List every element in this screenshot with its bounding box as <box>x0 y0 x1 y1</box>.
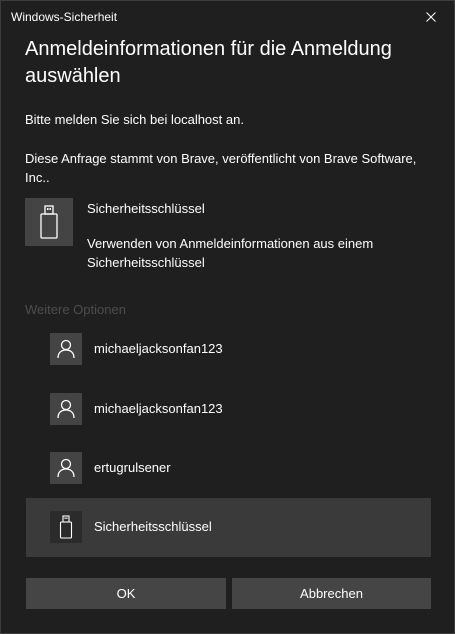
credential-option-security-key[interactable]: Sicherheitsschlüssel <box>26 498 431 557</box>
option-tile <box>50 333 82 365</box>
close-button[interactable] <box>408 1 454 33</box>
option-tile <box>50 393 82 425</box>
option-label: Sicherheitsschlüssel <box>94 519 212 534</box>
selected-credential-tile <box>25 198 73 246</box>
credential-option-user-2[interactable]: michaeljacksonfan123 <box>26 380 431 439</box>
selected-credential-name: Sicherheitsschlüssel <box>87 201 205 216</box>
usb-key-icon <box>40 205 58 239</box>
user-icon <box>57 399 75 419</box>
selected-credential-description: Verwenden von Anmeldeinformationen aus e… <box>87 236 374 270</box>
option-tile <box>50 452 82 484</box>
cancel-button[interactable]: Abbrechen <box>232 578 431 609</box>
signin-request-text: Bitte melden Sie sich bei localhost an. <box>25 112 244 127</box>
windows-security-dialog: Windows-Sicherheit Anmeldeinformationen … <box>0 0 455 634</box>
ok-button[interactable]: OK <box>26 578 226 609</box>
option-tile <box>50 511 82 543</box>
user-icon <box>57 339 75 359</box>
window-title: Windows-Sicherheit <box>11 10 118 24</box>
credential-option-user-3[interactable]: ertugrulsener <box>26 439 431 498</box>
usb-key-icon <box>59 515 73 539</box>
option-label: ertugrulsener <box>94 460 171 475</box>
option-label: michaeljacksonfan123 <box>94 401 223 416</box>
title-bar: Windows-Sicherheit <box>1 1 454 33</box>
more-options-label: Weitere Optionen <box>25 302 126 317</box>
request-origin-text: Diese Anfrage stammt von Brave, veröffen… <box>25 151 417 185</box>
credential-option-user-1[interactable]: michaeljacksonfan123 <box>26 320 431 379</box>
option-label: michaeljacksonfan123 <box>94 341 223 356</box>
dialog-heading: Anmeldeinformationen für die Anmeldung a… <box>25 38 392 87</box>
user-icon <box>57 458 75 478</box>
close-icon <box>426 12 436 22</box>
